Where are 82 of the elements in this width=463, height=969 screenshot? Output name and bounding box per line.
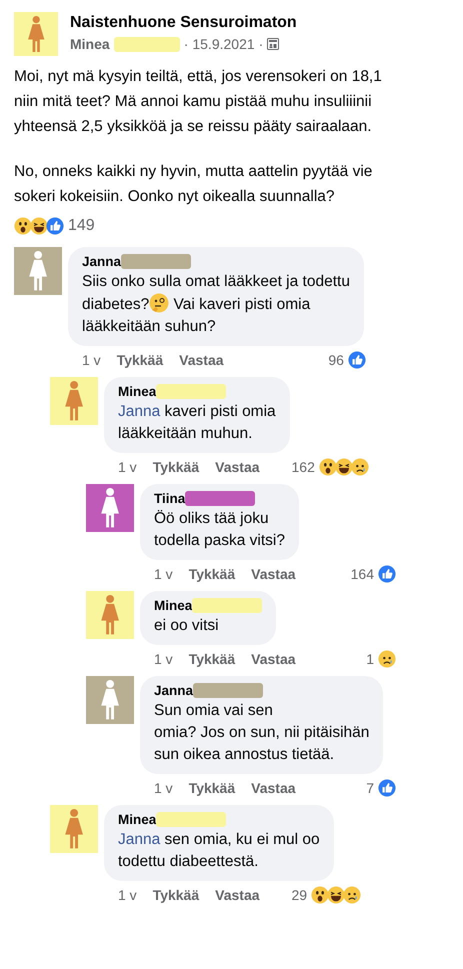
sad-emoji-icon xyxy=(350,458,369,476)
surprised-emoji-icon xyxy=(14,217,32,235)
redaction-bar xyxy=(114,36,180,52)
redaction-bar xyxy=(192,598,262,613)
like-icon xyxy=(378,565,396,583)
avatar[interactable] xyxy=(14,247,62,295)
comment-text: Siis onko sulla omat lääkkeet ja todettu diabetes? Vai kaveri pisti omia lääkkeitään suhun? xyxy=(82,272,350,337)
reaction-count: 7 xyxy=(366,780,374,796)
comment-time: 1 v xyxy=(82,352,101,368)
redaction-bar xyxy=(193,683,264,698)
like-link[interactable]: Tykkää xyxy=(152,887,200,903)
comment-time: 1 v xyxy=(118,459,137,475)
person-icon xyxy=(100,595,120,635)
author-name[interactable]: Janna xyxy=(154,683,194,698)
author-name[interactable]: Tiina xyxy=(154,491,186,506)
group-privacy-icon xyxy=(267,38,280,50)
avatar[interactable] xyxy=(86,676,134,724)
reaction-count: 1 xyxy=(366,651,374,667)
reply-link[interactable]: Vastaa xyxy=(215,459,260,475)
like-icon xyxy=(46,217,64,235)
redaction-bar xyxy=(156,384,226,399)
author-name[interactable]: Minea xyxy=(70,36,110,52)
comment-text: Sun omia vai sen omia? Jos on sun, nii pitäisihän sun oikea annostus tietää. xyxy=(154,701,370,765)
comment-time: 1 v xyxy=(154,566,173,582)
like-link[interactable]: Tykkää xyxy=(116,352,164,368)
post-text: No, onneks kaikki ny hyvin, mutta aattelin pyytää vie sokeri kokeisiin. Oonko nyt oikealla suunnalla? xyxy=(14,162,374,207)
sad-emoji-icon xyxy=(343,886,362,904)
reaction-count: 164 xyxy=(350,566,374,582)
redaction-bar xyxy=(121,254,192,269)
reply-link[interactable]: Vastaa xyxy=(251,566,296,582)
reply-link[interactable]: Vastaa xyxy=(251,651,296,667)
reaction-count: 162 xyxy=(292,459,315,475)
comment-text: Janna sen omia, ku ei mul oo todettu diabeettestä. xyxy=(118,830,320,872)
surprised-emoji-icon xyxy=(311,886,330,904)
person-icon xyxy=(26,16,46,52)
author-name[interactable]: Janna xyxy=(82,254,122,269)
comment-time: 1 v xyxy=(118,887,137,903)
laughing-emoji-icon xyxy=(334,458,353,476)
like-icon xyxy=(348,351,366,369)
post-date[interactable]: 15.9.2021 xyxy=(192,36,255,52)
author-name[interactable]: Minea xyxy=(154,598,192,613)
person-icon xyxy=(64,381,84,421)
post-text: Moi, nyt mä kysyin teiltä, että, jos verensokeri on 18,1 niin mitä teet? Mä annoi kamu pistää muhu insuliiinii yhteensä 2,5 yksikköä ja se reissu pääty sairaalaan. xyxy=(14,67,383,137)
like-icon xyxy=(378,779,396,797)
separator-dot: · xyxy=(184,36,188,52)
laughing-emoji-icon xyxy=(30,217,48,235)
avatar[interactable] xyxy=(50,377,98,425)
person-icon xyxy=(100,680,120,720)
like-link[interactable]: Tykkää xyxy=(188,651,236,667)
comment-time: 1 v xyxy=(154,780,173,796)
thinking-emoji-icon xyxy=(149,293,170,313)
separator-dot: · xyxy=(258,36,264,52)
comment-time: 1 v xyxy=(154,651,173,667)
reaction-count[interactable]: 149 xyxy=(68,217,95,235)
avatar[interactable] xyxy=(14,12,58,56)
mention-link[interactable]: Janna xyxy=(118,403,160,420)
person-icon xyxy=(100,488,120,528)
laughing-emoji-icon xyxy=(327,886,346,904)
mention-link[interactable]: Janna xyxy=(118,831,160,848)
surprised-emoji-icon xyxy=(318,458,337,476)
avatar[interactable] xyxy=(86,591,134,639)
avatar[interactable] xyxy=(50,805,98,853)
like-link[interactable]: Tykkää xyxy=(152,459,200,475)
person-icon xyxy=(28,251,48,291)
avatar[interactable] xyxy=(86,484,134,532)
reply-link[interactable]: Vastaa xyxy=(251,780,296,796)
reaction-count: 96 xyxy=(328,352,344,368)
group-name[interactable]: Naistenhuone Sensuroimaton xyxy=(70,14,297,32)
comment-text: ei oo vitsi xyxy=(154,616,220,636)
reaction-count: 29 xyxy=(292,887,308,903)
author-name[interactable]: Minea xyxy=(118,384,156,399)
comment-text: Öö oliks tää joku todella paska vitsi? xyxy=(154,509,285,551)
person-icon xyxy=(64,809,84,849)
sad-emoji-icon xyxy=(378,650,396,668)
redaction-bar xyxy=(156,812,226,827)
author-name[interactable]: Minea xyxy=(118,812,156,827)
reply-link[interactable]: Vastaa xyxy=(215,887,260,903)
like-link[interactable]: Tykkää xyxy=(188,780,236,796)
reply-link[interactable]: Vastaa xyxy=(179,352,224,368)
redaction-bar xyxy=(185,491,256,506)
comment-text: Janna kaveri pisti omia lääkkeitään muhun. xyxy=(118,402,276,444)
like-link[interactable]: Tykkää xyxy=(188,566,236,582)
